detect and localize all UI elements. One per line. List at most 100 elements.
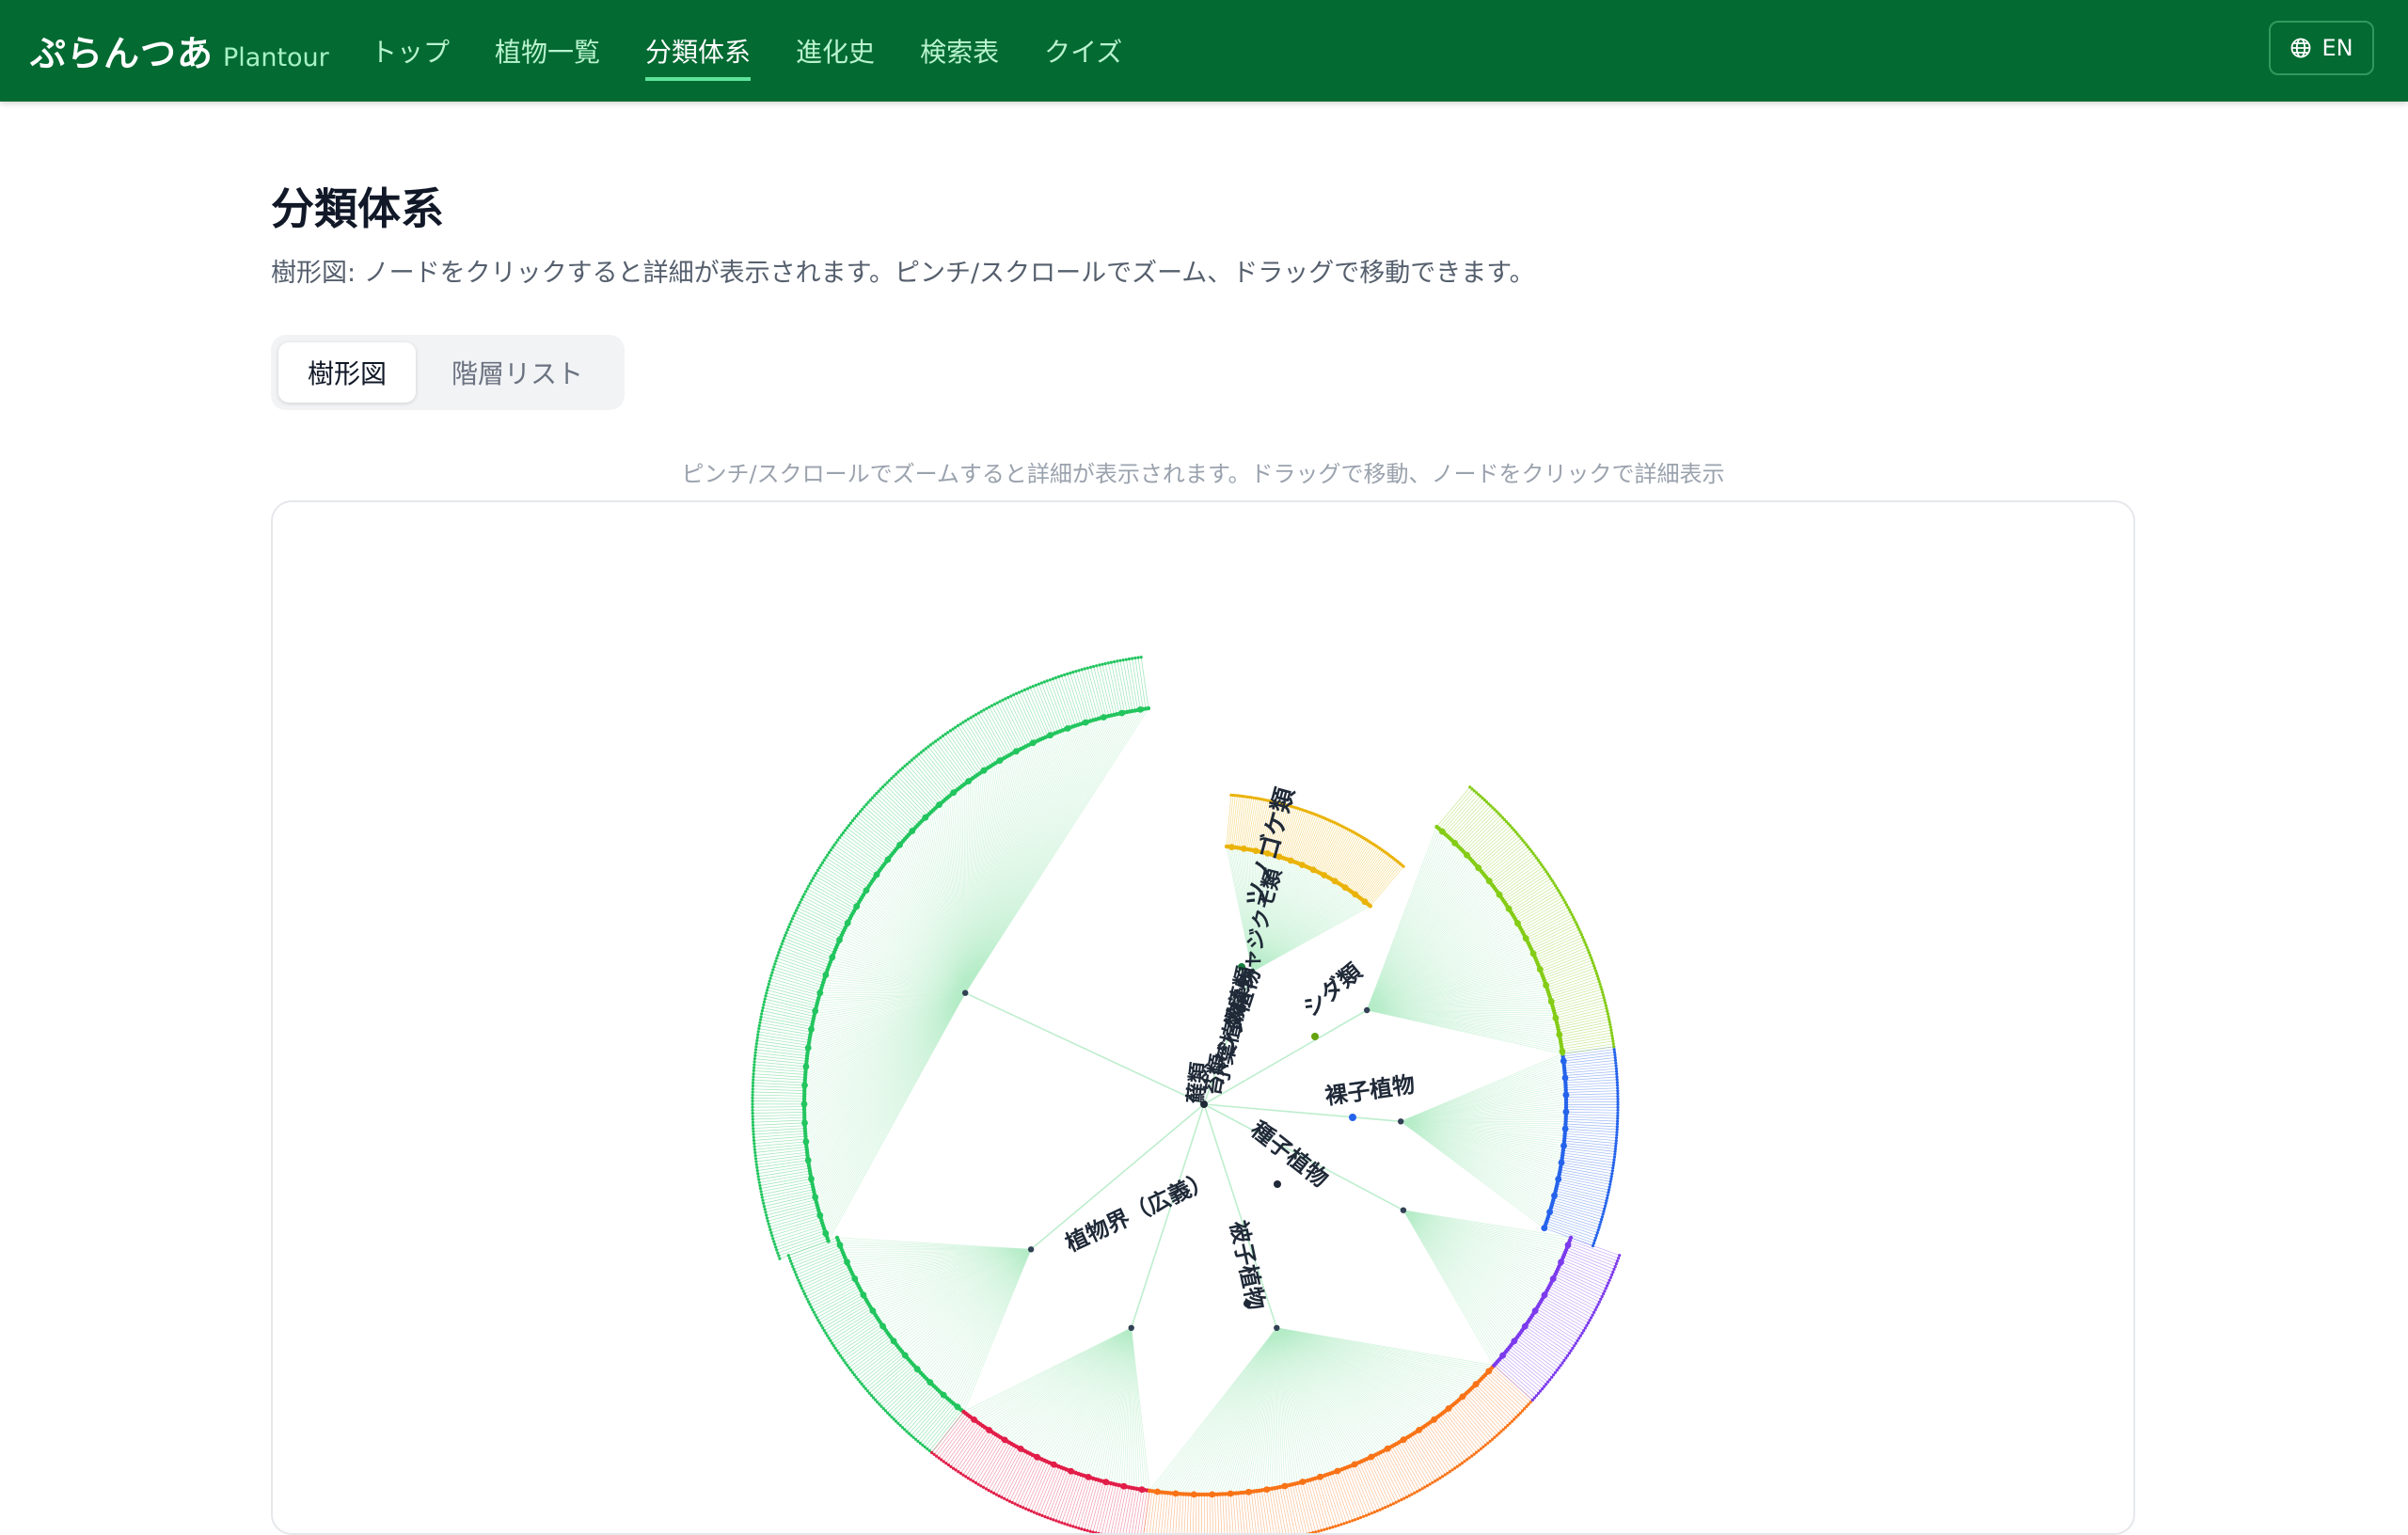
leaf-node[interactable] <box>1016 1504 1019 1507</box>
leaf-node[interactable] <box>767 986 769 989</box>
leaf-node[interactable] <box>752 1112 754 1115</box>
leaf-node[interactable] <box>927 745 929 748</box>
leaf-node[interactable] <box>798 904 800 907</box>
leaf-node[interactable] <box>1607 1012 1609 1015</box>
leaf-node[interactable] <box>1588 951 1591 954</box>
leaf-node[interactable] <box>974 713 977 716</box>
leaf-node[interactable] <box>1598 1301 1601 1304</box>
leaf-node[interactable] <box>1614 1059 1617 1062</box>
leaf-node[interactable] <box>1308 1532 1311 1535</box>
leaf-node[interactable] <box>1610 1032 1613 1035</box>
leaf-node[interactable] <box>1614 1147 1617 1150</box>
leaf-node[interactable] <box>776 1252 779 1255</box>
leaf-node[interactable] <box>823 1329 826 1332</box>
leaf-node[interactable] <box>1345 1521 1348 1524</box>
leaf-node[interactable] <box>810 879 813 882</box>
leaf-node[interactable] <box>1608 1279 1611 1282</box>
leaf-node[interactable] <box>1564 1356 1567 1359</box>
subclade-node[interactable] <box>961 1410 965 1414</box>
leaf-node[interactable] <box>755 1163 758 1166</box>
leaf-node[interactable] <box>834 841 837 844</box>
leaf-node[interactable] <box>1594 1308 1597 1311</box>
leaf-node[interactable] <box>828 851 831 854</box>
leaf-node[interactable] <box>1616 1086 1619 1089</box>
nav-key[interactable]: 検索表 <box>920 32 999 81</box>
leaf-node[interactable] <box>795 1274 798 1276</box>
leaf-node[interactable] <box>1449 1470 1451 1473</box>
leaf-node[interactable] <box>1086 667 1089 670</box>
leaf-node[interactable] <box>1602 1210 1605 1212</box>
leaf-node[interactable] <box>1077 669 1080 672</box>
leaf-node[interactable] <box>790 1262 793 1265</box>
leaf-node[interactable] <box>763 1001 766 1004</box>
leaf-node[interactable] <box>1480 1448 1482 1450</box>
leaf-node[interactable] <box>1613 1048 1616 1051</box>
leaf-node[interactable] <box>1531 1399 1534 1401</box>
leaf-node[interactable] <box>757 1027 760 1030</box>
leaf-node[interactable] <box>752 1130 754 1132</box>
leaf-node[interactable] <box>906 763 909 766</box>
leaf-node[interactable] <box>1066 1523 1069 1526</box>
leaf-node[interactable] <box>1609 1026 1612 1029</box>
leaf-node[interactable] <box>770 1234 773 1237</box>
leaf-node[interactable] <box>1035 684 1038 687</box>
leaf-node[interactable] <box>1566 1354 1569 1357</box>
leaf-node[interactable] <box>848 1367 850 1369</box>
subclade-node[interactable] <box>1560 1052 1564 1055</box>
leaf-node[interactable] <box>754 1154 757 1157</box>
leaf-node[interactable] <box>761 1009 764 1012</box>
leaf-node[interactable] <box>1546 1381 1549 1384</box>
leaf-node[interactable] <box>1429 1482 1432 1485</box>
leaf-node[interactable] <box>788 1257 791 1259</box>
leaf-node[interactable] <box>756 1169 759 1172</box>
leaf-node[interactable] <box>949 729 952 732</box>
leaf-node[interactable] <box>1615 1068 1618 1070</box>
leaf-node[interactable] <box>756 1037 759 1039</box>
leaf-node[interactable] <box>762 1202 765 1205</box>
leaf-node[interactable] <box>1107 661 1110 664</box>
leaf-node[interactable] <box>1416 1490 1418 1493</box>
leaf-node[interactable] <box>751 1109 753 1112</box>
leaf-node[interactable] <box>842 831 845 834</box>
leaf-node[interactable] <box>756 1033 759 1036</box>
leaf-node[interactable] <box>853 817 856 820</box>
leaf-node[interactable] <box>1021 689 1023 692</box>
leaf-node[interactable] <box>753 1148 756 1151</box>
leaf-node[interactable] <box>1611 1166 1614 1169</box>
leaf-node[interactable] <box>988 705 990 708</box>
leaf-node[interactable] <box>760 1015 763 1018</box>
label-angiosperms[interactable]: 被子植物 <box>1225 1218 1269 1312</box>
leaf-node[interactable] <box>781 942 784 945</box>
leaf-node[interactable] <box>806 1298 809 1301</box>
leaf-node[interactable] <box>1397 1499 1400 1502</box>
leaf-node[interactable] <box>752 1127 754 1130</box>
leaf-node[interactable] <box>1131 657 1133 660</box>
leaf-node[interactable] <box>1616 1112 1619 1115</box>
leaf-node[interactable] <box>757 1179 760 1181</box>
leaf-node[interactable] <box>1389 1503 1392 1506</box>
leaf-node[interactable] <box>1610 1274 1613 1276</box>
leaf-node[interactable] <box>1604 1205 1607 1208</box>
leaf-node[interactable] <box>1359 1516 1362 1519</box>
leaf-node[interactable] <box>1597 1228 1600 1231</box>
leaf-node[interactable] <box>929 743 932 746</box>
leaf-node[interactable] <box>987 1489 990 1492</box>
leaf-node[interactable] <box>888 779 891 782</box>
leaf-node[interactable] <box>1043 680 1046 683</box>
leaf-node[interactable] <box>1014 1502 1017 1505</box>
leaf-node[interactable] <box>1613 1051 1616 1053</box>
leaf-node[interactable] <box>764 994 767 997</box>
leaf-node[interactable] <box>833 1347 836 1350</box>
leaf-node[interactable] <box>922 749 925 752</box>
leaf-node[interactable] <box>947 1464 950 1466</box>
leaf-node[interactable] <box>1314 1530 1317 1533</box>
leaf-node[interactable] <box>1379 1509 1382 1511</box>
leaf-node[interactable] <box>1590 1316 1592 1319</box>
leaf-node[interactable] <box>1612 1159 1615 1162</box>
leaf-node[interactable] <box>1609 1029 1612 1032</box>
leaf-node[interactable] <box>752 1079 754 1082</box>
leaf-node[interactable] <box>812 877 815 879</box>
leaf-node[interactable] <box>961 1474 964 1477</box>
leaf-node[interactable] <box>1562 1359 1565 1362</box>
clade-node[interactable] <box>1401 1208 1406 1213</box>
